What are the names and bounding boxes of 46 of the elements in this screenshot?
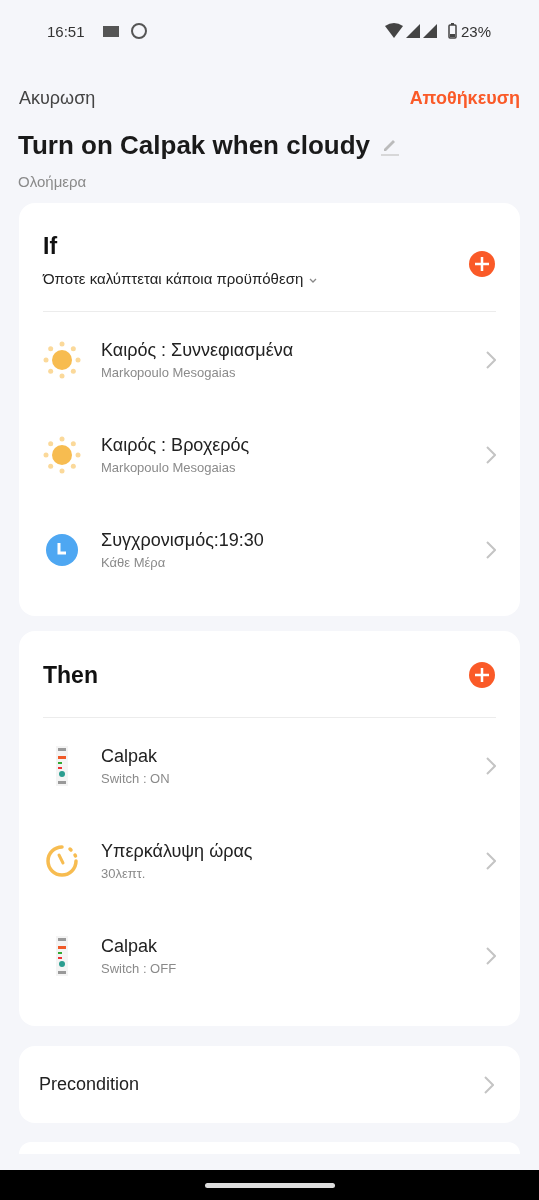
item-subtitle: Switch : OFF <box>101 960 178 976</box>
cancel-button[interactable]: Ακυρωση <box>19 87 96 109</box>
chevron-right-icon <box>486 540 496 559</box>
status-time: 16:51 <box>47 22 85 40</box>
battery-percent: 23% <box>460 22 491 40</box>
add-icon[interactable] <box>468 661 496 689</box>
item-title: Calpak <box>101 745 159 767</box>
sun-icon <box>43 340 81 379</box>
timer-icon <box>45 843 79 878</box>
item-title: Συγχρονισμός:19:30 <box>101 529 265 551</box>
precondition-label: Precondition <box>39 1074 140 1095</box>
breaker-device-icon <box>56 935 68 976</box>
condition-mode-dropdown[interactable]: Όποτε καλύπτεται κάποια προϋπόθεση <box>43 270 318 287</box>
add-icon[interactable] <box>468 250 496 278</box>
clock-icon <box>45 532 79 567</box>
rule-item[interactable]: Καιρός : Βροχερός Markopoulo Mesogaias <box>43 407 496 502</box>
section-heading: If <box>43 233 59 260</box>
battery-icon <box>447 23 457 39</box>
rule-item[interactable]: Υπερκάλυψη ώρας 30λεπτ. <box>43 813 496 908</box>
chevron-right-icon <box>486 756 496 775</box>
item-title: Καιρός : Βροχερός <box>101 434 251 456</box>
item-title: Καιρός : Συννεφιασμένα <box>101 339 295 361</box>
chevron-right-icon <box>486 350 496 369</box>
chevron-right-icon <box>486 851 496 870</box>
item-subtitle: Switch : ON <box>101 770 171 786</box>
rule-item[interactable]: Calpak Switch : OFF <box>43 908 496 1003</box>
item-subtitle: Markopoulo Mesogaias <box>101 459 237 475</box>
breaker-device-icon <box>56 745 68 786</box>
caret-icon <box>309 277 318 283</box>
item-title: Calpak <box>101 935 159 957</box>
section-heading: Then <box>43 661 98 689</box>
item-subtitle: 30λεπτ. <box>101 865 147 881</box>
rule-item[interactable]: Καιρός : Συννεφιασμένα Markopoulo Mesogaias <box>43 312 496 407</box>
chevron-right-icon <box>484 1075 494 1094</box>
rule-item[interactable]: Calpak Switch : ON <box>43 718 496 813</box>
scene-title: Turn on Calpak when cloudy <box>18 130 370 161</box>
chevron-right-icon <box>486 445 496 464</box>
chevron-right-icon <box>486 946 496 965</box>
precondition-row[interactable]: Precondition <box>19 1046 520 1123</box>
home-indicator[interactable] <box>204 1182 335 1188</box>
item-title: Υπερκάλυψη ώρας <box>101 840 254 862</box>
schedule-label: Ολοήμερα <box>18 173 87 190</box>
item-subtitle: Markopoulo Mesogaias <box>101 364 237 380</box>
item-subtitle: Κάθε Μέρα <box>101 554 167 570</box>
rule-item[interactable]: Συγχρονισμός:19:30 Κάθε Μέρα <box>43 502 496 597</box>
sun-icon <box>43 435 81 474</box>
